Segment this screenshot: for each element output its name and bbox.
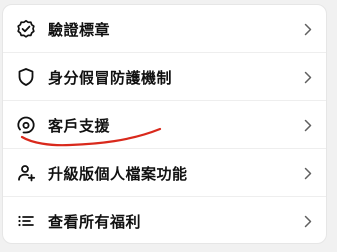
chevron-right-icon [302, 68, 314, 86]
benefits-menu-card: 驗證標章 身分假冒防護機制 客戶支援 升級版個人檔案功能 查看所有福利 [2, 4, 327, 244]
chevron-right-icon [302, 212, 314, 230]
menu-item-verified-badge[interactable]: 驗證標章 [3, 5, 326, 53]
menu-item-all-benefits[interactable]: 查看所有福利 [3, 197, 326, 243]
shield-icon [15, 66, 37, 88]
menu-item-customer-support[interactable]: 客戶支援 [3, 101, 326, 149]
chevron-right-icon [302, 164, 314, 182]
menu-item-profile-upgrades[interactable]: 升級版個人檔案功能 [3, 149, 326, 197]
menu-item-label: 客戶支援 [48, 116, 111, 135]
menu-item-impersonation-protection[interactable]: 身分假冒防護機制 [3, 53, 326, 101]
chevron-right-icon [302, 116, 314, 134]
menu-item-label: 查看所有福利 [48, 212, 142, 231]
verified-badge-icon [15, 18, 37, 40]
menu-item-label: 身分假冒防護機制 [48, 68, 173, 87]
support-headset-icon [15, 114, 37, 136]
menu-item-label: 升級版個人檔案功能 [48, 164, 188, 183]
list-icon [15, 210, 37, 232]
add-person-icon [15, 162, 37, 184]
chevron-right-icon [302, 20, 314, 38]
menu-item-label: 驗證標章 [48, 20, 111, 39]
